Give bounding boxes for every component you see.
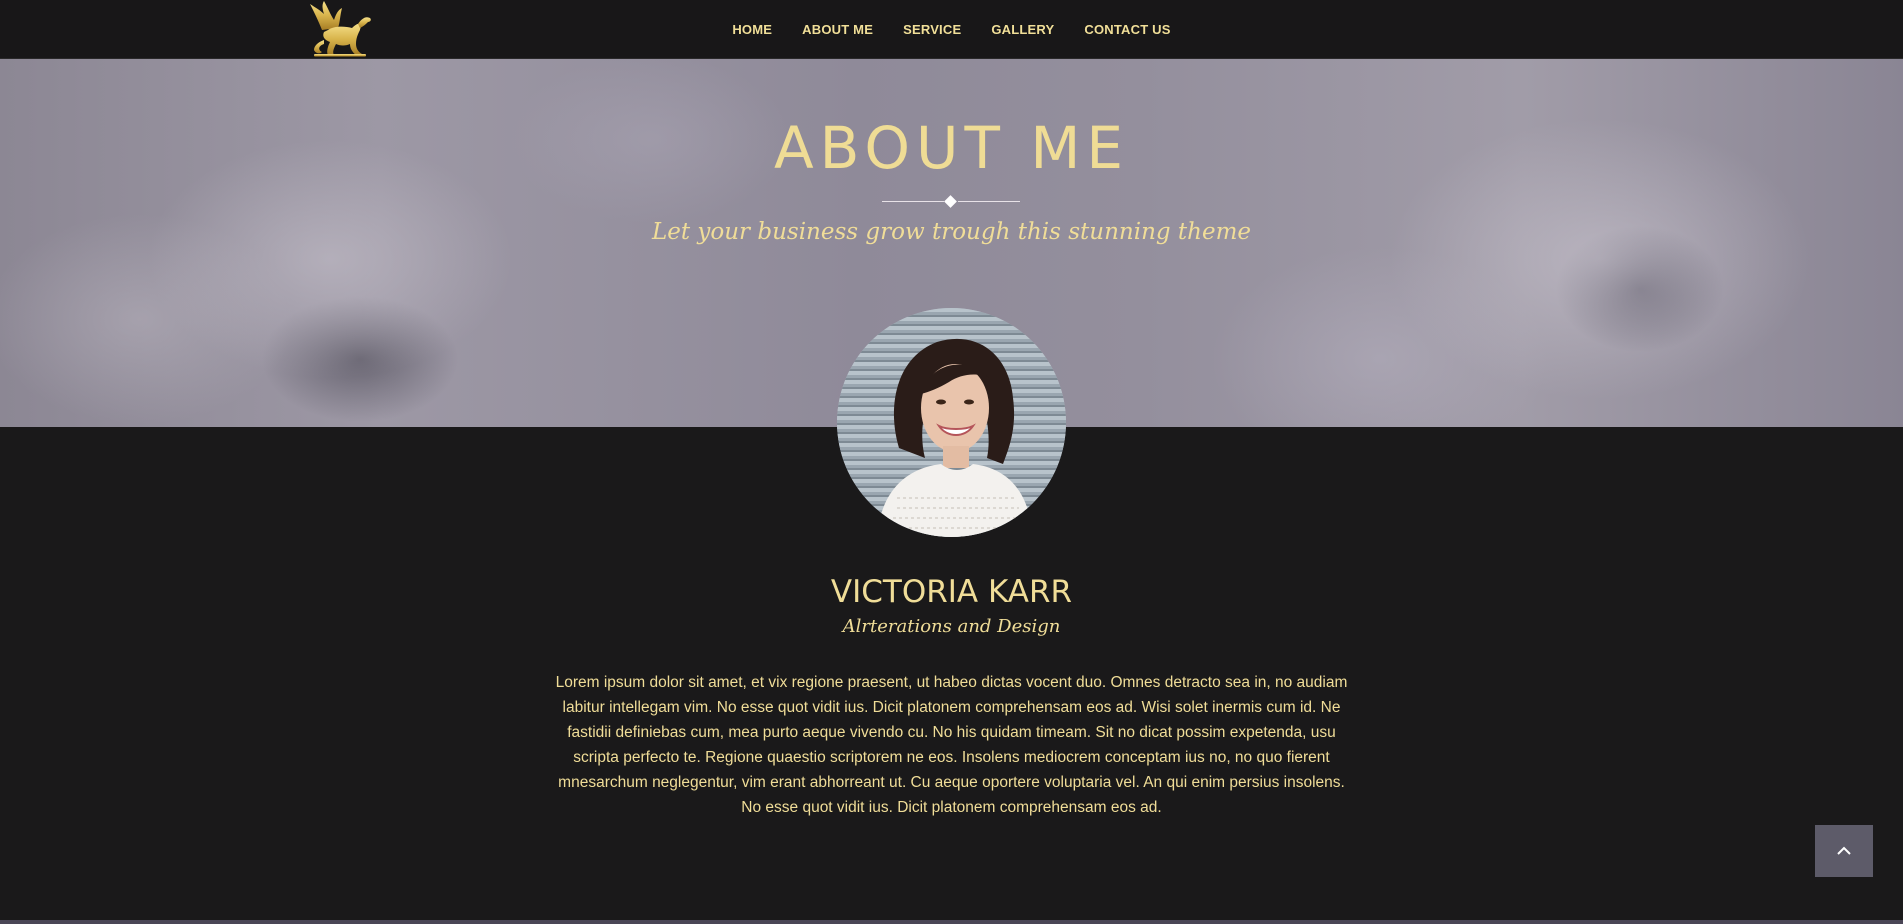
bottom-strip bbox=[0, 920, 1903, 924]
main-nav: HOME ABOUT ME SERVICE GALLERY CONTACT US bbox=[0, 0, 1903, 59]
person-name: VICTORIA KARR bbox=[830, 574, 1073, 610]
nav-gallery[interactable]: GALLERY bbox=[991, 22, 1054, 37]
chevron-up-icon bbox=[1837, 846, 1851, 855]
nav-service[interactable]: SERVICE bbox=[903, 22, 961, 37]
bio-text: Lorem ipsum dolor sit amet, et vix regio… bbox=[555, 674, 1348, 816]
person-role: Alrterations and Design bbox=[842, 616, 1061, 637]
title-divider bbox=[882, 195, 1020, 208]
page-subtitle: Let your business grow trough this stunn… bbox=[651, 219, 1252, 245]
diamond-icon bbox=[944, 195, 957, 208]
nav-home[interactable]: HOME bbox=[732, 22, 772, 37]
avatar bbox=[837, 308, 1066, 537]
page-title: ABOUT ME bbox=[773, 114, 1130, 182]
back-to-top-button[interactable] bbox=[1815, 825, 1873, 877]
nav-about-me[interactable]: ABOUT ME bbox=[802, 22, 873, 37]
top-navbar: HOME ABOUT ME SERVICE GALLERY CONTACT US bbox=[0, 0, 1903, 59]
nav-contact-us[interactable]: CONTACT US bbox=[1084, 22, 1170, 37]
